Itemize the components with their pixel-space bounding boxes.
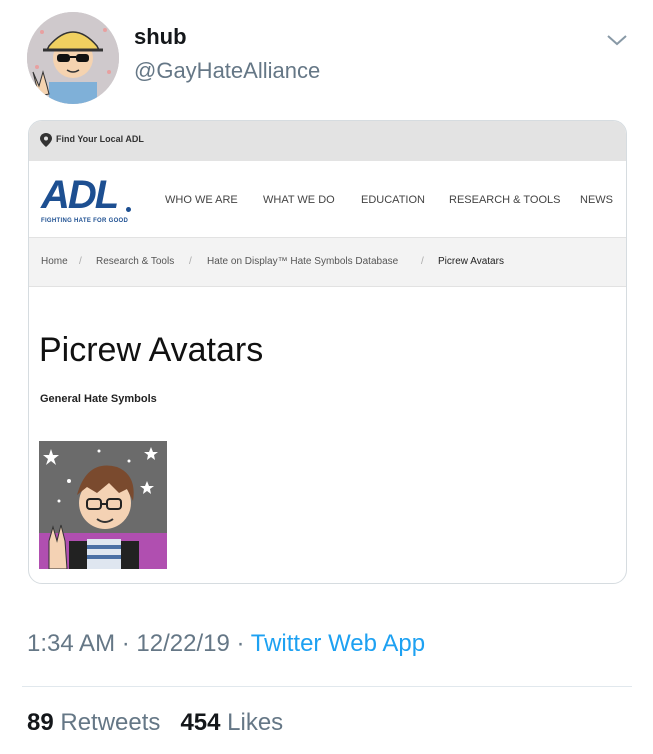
breadcrumb-separator: / (79, 256, 82, 267)
find-local-adl-link[interactable]: Find Your Local ADL (56, 134, 144, 144)
breadcrumb-research-tools[interactable]: Research & Tools (96, 256, 174, 267)
nav-research-tools[interactable]: RESEARCH & TOOLS (449, 194, 560, 206)
divider (22, 686, 632, 687)
breadcrumb-current: Picrew Avatars (438, 256, 504, 267)
tweet-image-card[interactable]: Find Your Local ADL ADL FIGHTING HATE FO… (28, 120, 627, 584)
tweet-source-link[interactable]: Twitter Web App (251, 630, 425, 657)
map-pin-icon (40, 133, 52, 152)
retweets-count: 89 (27, 709, 54, 736)
site-topbar: Find Your Local ADL (29, 121, 626, 161)
adl-logo[interactable]: ADL (41, 175, 119, 215)
category-label: General Hate Symbols (40, 393, 157, 405)
nav-education[interactable]: EDUCATION (361, 194, 425, 206)
logo-tagline: FIGHTING HATE FOR GOOD (41, 218, 129, 224)
likes-count: 454 (180, 709, 221, 736)
meta-separator: · (236, 630, 245, 657)
nav-who-we-are[interactable]: WHO WE ARE (165, 194, 238, 206)
retweets-label: Retweets (60, 709, 161, 736)
breadcrumb-separator: / (421, 256, 424, 267)
nav-what-we-do[interactable]: WHAT WE DO (263, 194, 335, 206)
logo-dot (126, 207, 131, 212)
tweet-meta: 1:34 AM · 12/22/19 · Twitter Web App (27, 630, 425, 658)
tweet-date[interactable]: 12/22/19 (136, 630, 229, 657)
picrew-avatar-image (39, 441, 167, 569)
breadcrumb-home[interactable]: Home (41, 256, 68, 267)
display-name[interactable]: shub (134, 24, 187, 50)
nav-news[interactable]: NEWS (580, 194, 613, 206)
breadcrumb-separator: / (189, 256, 192, 267)
likes-label: Likes (227, 709, 284, 736)
page-title: Picrew Avatars (39, 331, 264, 369)
breadcrumb-hate-symbols-db[interactable]: Hate on Display™ Hate Symbols Database (207, 256, 398, 267)
likes-stat[interactable]: 454 Likes (180, 709, 283, 736)
site-nav: ADL FIGHTING HATE FOR GOOD WHO WE ARE WH… (29, 161, 626, 238)
breadcrumb: Home / Research & Tools / Hate on Displa… (29, 238, 626, 287)
tweet-time[interactable]: 1:34 AM (27, 630, 115, 657)
user-handle[interactable]: @GayHateAlliance (134, 58, 320, 84)
meta-separator: · (121, 630, 130, 657)
tweet-stats: 89 Retweets 454 Likes (27, 709, 283, 737)
retweets-stat[interactable]: 89 Retweets (27, 709, 160, 736)
chevron-down-icon[interactable] (604, 30, 630, 50)
profile-avatar[interactable] (27, 12, 119, 104)
